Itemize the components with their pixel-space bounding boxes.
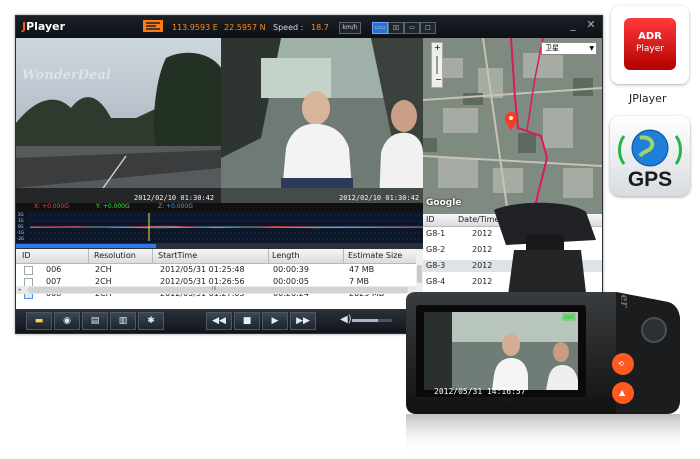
title-bar: JPlayer 113.9593 E 22.5957 N Speed : 18.… (16, 16, 602, 38)
play-button[interactable]: ▶ (262, 312, 288, 330)
column-header-length[interactable]: Length (272, 251, 300, 260)
front-camera-view[interactable]: WonderDeal 2012/02/10 01:30:42 (16, 38, 221, 203)
fast-forward-button[interactable]: ▶▶ (290, 312, 316, 330)
map-type-select[interactable]: 卫星 ▼ (541, 42, 597, 55)
zoom-slider[interactable] (436, 56, 438, 74)
latitude-readout: 22.5957 N (224, 23, 266, 32)
dashcam-device-image (406, 202, 680, 454)
gsensor-z-label: Z: +0.000G (158, 203, 193, 210)
gsensor-scale-minus2g: -2G (17, 236, 25, 241)
close-button[interactable]: ✕ (583, 18, 599, 32)
rewind-button[interactable]: ◀◀ (206, 312, 232, 330)
gps-label: GPS (627, 168, 673, 191)
table-header: ID Resolution StartTime Length Estimate … (16, 249, 423, 264)
layout-dual-button[interactable]: ▭▭ (372, 22, 388, 34)
road-scene-image (16, 38, 221, 203)
row-checkbox[interactable] (24, 266, 33, 275)
table-row[interactable]: 006 2CH 2012/05/31 01:25:48 00:00:39 47 … (16, 264, 416, 276)
gsensor-x-label: X: +0.000G (34, 203, 69, 210)
adr-player-app-icon: ADR Player (611, 6, 689, 84)
record-button-icon: ⟲ (618, 360, 624, 368)
speed-value: 18.7 (311, 23, 329, 32)
stop-button[interactable]: ■ (234, 312, 260, 330)
delete-file-button[interactable]: ▥ (110, 312, 136, 330)
layout-full-button[interactable]: □ (420, 22, 436, 34)
gsensor-header: X: +0.000G Y: +0.000G Z: +0.000G (16, 203, 423, 211)
gps-badge-icon: GPS (610, 116, 690, 196)
gsensor-y-label: Y: +0.000G (96, 203, 130, 210)
adr-caption: JPlayer (629, 92, 667, 105)
device-watermark: Wonder (618, 260, 631, 308)
cabin-scene-image (221, 38, 423, 203)
chevron-down-icon: ▼ (589, 45, 594, 52)
gsensor-graph: 2G 1G 0G -1G -2G (16, 211, 424, 243)
file-table: ID Resolution StartTime Length Estimate … (16, 249, 423, 309)
satellite-map-image (423, 38, 602, 214)
open-folder-button[interactable]: ▬ (26, 312, 52, 330)
map-zoom-control[interactable]: + − (431, 42, 443, 88)
gsensor-scale-1g: 1G (18, 218, 24, 223)
gsensor-scale-minus1g: -1G (17, 230, 25, 235)
layout-pip-button[interactable]: ▭ (404, 22, 420, 34)
watermark-text: WonderDeal (22, 68, 111, 83)
seek-bar-fill (16, 244, 156, 248)
warning-button-icon: ▲ (619, 388, 626, 397)
table-horizontal-scrollbar[interactable]: ◂ III (16, 286, 416, 294)
column-header-starttime[interactable]: StartTime (158, 251, 197, 260)
zoom-out-icon[interactable]: − (435, 75, 442, 84)
save-file-button[interactable]: ▤ (82, 312, 108, 330)
column-header-id[interactable]: ID (22, 251, 31, 260)
gsensor-scale-2g: 2G (18, 212, 24, 217)
gsensor-scale-0g: 0G (18, 224, 24, 229)
hscroll-thumb[interactable]: III (28, 286, 408, 293)
column-header-resolution[interactable]: Resolution (94, 251, 136, 260)
longitude-readout: 113.9593 E (172, 23, 218, 32)
snapshot-camera-button[interactable]: ◉ (54, 312, 80, 330)
settings-gear-button[interactable]: ✱ (138, 312, 164, 330)
brand-logo-icon (143, 20, 163, 32)
volume-speaker-icon[interactable]: ◀) (340, 314, 352, 325)
front-video-timestamp: 2012/02/10 01:30:42 (134, 194, 215, 202)
dashcam-device-photo: 2012/05/31 14:16:57 ⟲ ▲ Wonder (376, 200, 700, 455)
scroll-left-arrow-icon[interactable]: ◂ (18, 287, 24, 293)
app-title: JPlayer (22, 20, 66, 33)
speed-label: Speed : (273, 23, 304, 32)
cabin-camera-view[interactable]: 2012/02/10 01:30:42 (221, 38, 423, 203)
speed-unit-badge[interactable]: km/h (339, 22, 361, 34)
layout-single-button[interactable]: ▯▯ (388, 22, 404, 34)
device-screen-timestamp: 2012/05/31 14:16:57 (434, 387, 526, 396)
zoom-in-icon[interactable]: + (434, 43, 441, 52)
minimize-button[interactable]: _ (565, 18, 581, 32)
gps-map[interactable]: + − 卫星 ▼ Google (423, 38, 602, 214)
